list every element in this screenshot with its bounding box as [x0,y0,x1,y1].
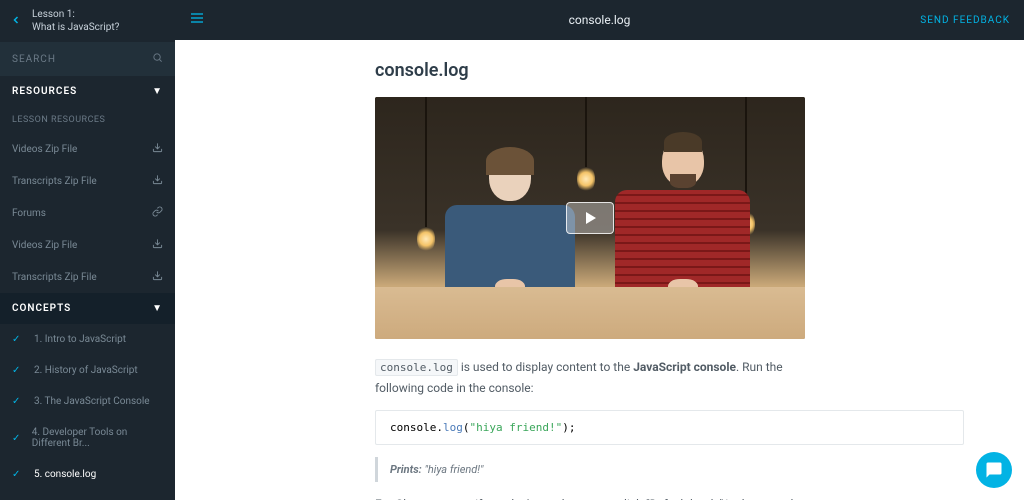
menu-icon[interactable] [189,10,205,30]
chevron-down-icon: ▼ [152,86,163,97]
resources-header[interactable]: RESOURCES ▼ [0,76,175,107]
resource-item[interactable]: Videos Zip File [0,133,175,165]
concept-item[interactable]: ✓ 5. console.log [0,459,175,490]
download-icon [152,238,163,252]
intro-paragraph: console.log is used to display content t… [375,357,805,398]
check-icon: ✓ [12,365,26,376]
send-feedback-link[interactable]: SEND FEEDBACK [920,15,1010,26]
topbar: console.log SEND FEEDBACK [175,0,1024,40]
resource-item[interactable]: Forums [0,197,175,229]
page-title: console.log [569,13,631,27]
content-area: console.log console.log is used to displ… [175,40,1024,500]
concepts-header[interactable]: CONCEPTS ▼ [0,293,175,324]
concept-label: 1. Intro to JavaScript [34,334,126,345]
concept-item[interactable]: ✓ 1. Intro to JavaScript [0,324,175,355]
lesson-header: Lesson 1: What is JavaScript? [0,0,175,42]
main: console.log SEND FEEDBACK console.log co… [175,0,1024,500]
concept-item[interactable]: ✓ 4. Developer Tools on Different Br... [0,417,175,459]
resource-label: Videos Zip File [12,144,77,155]
resource-label: Forums [12,208,46,219]
back-icon[interactable] [10,14,22,29]
check-icon: ✓ [12,469,26,480]
check-icon: ✓ [12,334,26,345]
code-block: console.log("hiya friend!"); [375,410,964,445]
chevron-down-icon: ▼ [152,303,163,314]
concept-label: 2. History of JavaScript [34,365,138,376]
concept-item[interactable]: ✓ 2. History of JavaScript [0,355,175,386]
resource-label: Videos Zip File [12,240,77,251]
resource-label: Transcripts Zip File [12,176,97,187]
concept-heading: console.log [375,60,964,81]
download-icon [152,174,163,188]
lesson-resources-label: LESSON RESOURCES [0,107,175,133]
check-icon: ✓ [12,433,24,444]
search-icon [152,52,163,66]
sidebar: Lesson 1: What is JavaScript? SEARCH RES… [0,0,175,500]
chat-button[interactable] [976,452,1012,488]
concept-item[interactable]: ✓ 3. The JavaScript Console [0,386,175,417]
resource-item[interactable]: Transcripts Zip File [0,165,175,197]
download-icon [152,270,163,284]
chrome-paragraph: For Chrome users, if you don't see the o… [375,494,805,500]
concept-label: 4. Developer Tools on Different Br... [32,427,163,449]
play-icon[interactable] [566,202,614,234]
concept-item[interactable]: ●6. JavaScript Demo [0,490,175,500]
link-icon [152,206,163,220]
download-icon [152,142,163,156]
lesson-title: Lesson 1: What is JavaScript? [32,8,119,34]
check-icon: ✓ [12,396,26,407]
code-inline: console.log [375,359,458,376]
resource-item[interactable]: Transcripts Zip File [0,261,175,293]
search-input[interactable]: SEARCH [0,42,175,76]
concept-label: 3. The JavaScript Console [34,396,150,407]
resource-label: Transcripts Zip File [12,272,97,283]
output-block: Prints: "hiya friend!" [375,457,964,482]
concept-label: 5. console.log [34,469,96,480]
resource-item[interactable]: Videos Zip File [0,229,175,261]
video-player[interactable] [375,97,805,339]
